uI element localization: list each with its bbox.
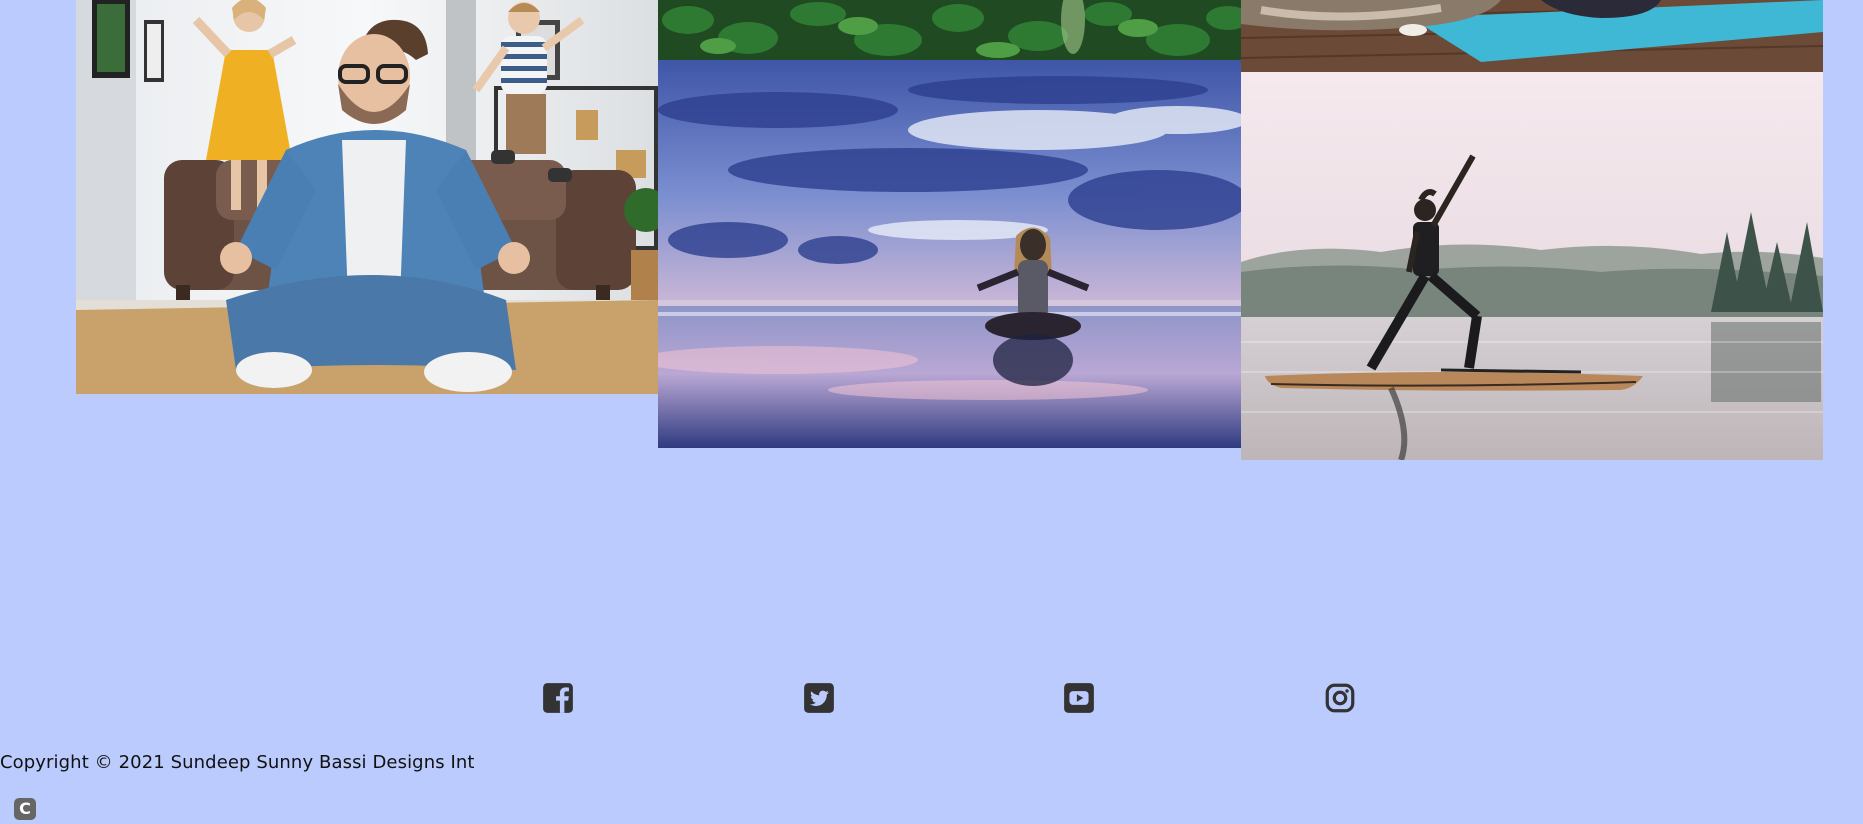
facebook-icon[interactable] <box>541 681 575 715</box>
photo-woman-meditating-beach-image <box>658 60 1241 448</box>
photo-man-meditating-image <box>76 0 658 394</box>
youtube-icon[interactable] <box>1062 681 1096 715</box>
photo-dog-on-yoga-mat <box>1241 0 1823 72</box>
corner-badge[interactable]: C <box>14 798 36 820</box>
photo-man-meditating <box>76 0 658 394</box>
photo-green-leaves <box>658 0 1241 60</box>
youtube-icon-graphic <box>1064 683 1094 713</box>
twitter-icon[interactable] <box>802 681 836 715</box>
instagram-icon-graphic <box>1325 683 1355 713</box>
instagram-icon[interactable] <box>1323 681 1357 715</box>
photo-dog-on-yoga-mat-image <box>1241 0 1823 72</box>
photo-woman-meditating-beach <box>658 60 1241 448</box>
facebook-icon-graphic <box>543 683 573 713</box>
photo-paddleboard-yoga-image <box>1241 72 1823 460</box>
copyright-text: Copyright © 2021 Sundeep Sunny Bassi Des… <box>0 752 475 773</box>
photo-paddleboard-yoga <box>1241 72 1823 460</box>
twitter-icon-graphic <box>804 683 834 713</box>
photo-green-leaves-image <box>658 0 1241 60</box>
